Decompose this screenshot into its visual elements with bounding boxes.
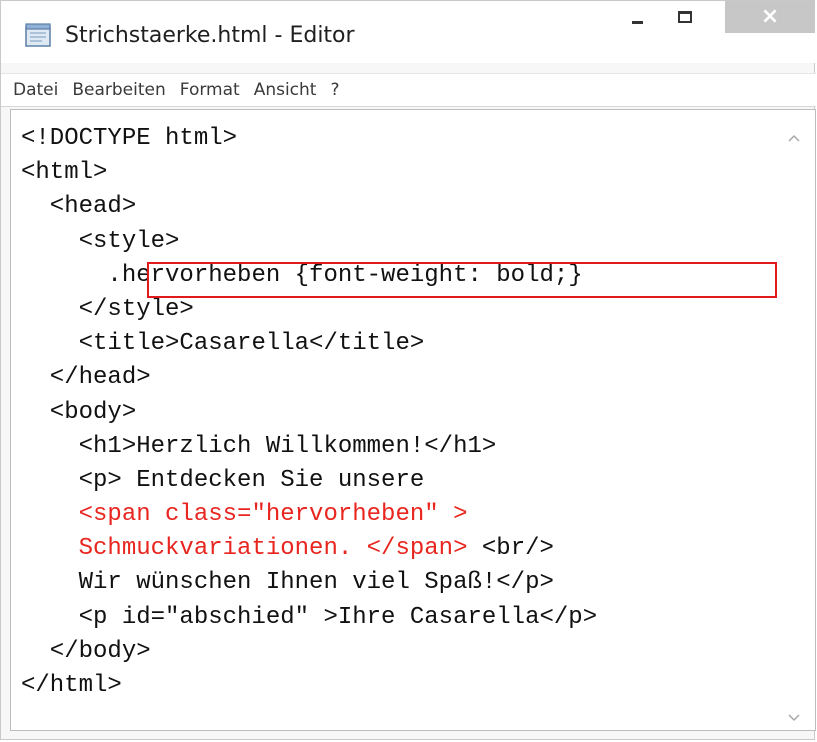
text-editor-area[interactable]: <!DOCTYPE html> <html> <head> <style> .he… <box>10 109 816 731</box>
editor-window: Strichstaerke.html - Editor × Datei Bear… <box>0 0 816 740</box>
code-line: </body> <box>21 637 151 665</box>
menu-item-datei[interactable]: Datei <box>13 80 58 100</box>
chevron-up-icon[interactable] <box>787 128 801 142</box>
code-line: <p id="abschied" >Ihre Casarella</p> <box>21 603 598 631</box>
code-text[interactable]: <!DOCTYPE html> <html> <head> <style> .he… <box>21 122 597 703</box>
maximize-icon <box>678 11 692 23</box>
code-segment: <br/> <box>467 535 554 563</box>
window-title: Strichstaerke.html - Editor <box>65 23 355 48</box>
code-line: Wir wünschen Ihnen viel Spaß!</p> <box>21 569 554 597</box>
minimize-button[interactable] <box>613 1 661 33</box>
code-line: <style> <box>21 227 180 255</box>
minimize-icon <box>631 20 643 24</box>
code-line: <html> <box>21 159 108 187</box>
code-line: <!DOCTYPE html> <box>21 125 238 152</box>
code-line: <title>Casarella</title> <box>21 330 425 358</box>
menu-item-help[interactable]: ? <box>330 80 339 100</box>
code-line: <p> Entdecken Sie unsere <box>21 466 425 494</box>
code-line: </head> <box>21 364 151 392</box>
code-segment-red: Schmuckvariationen. </span> <box>21 535 468 563</box>
highlight-box <box>147 262 777 298</box>
menu-item-format[interactable]: Format <box>180 80 240 100</box>
close-icon: × <box>760 4 780 29</box>
menu-item-bearbeiten[interactable]: Bearbeiten <box>72 80 165 100</box>
maximize-button[interactable] <box>661 1 709 33</box>
code-line: </html> <box>21 672 122 699</box>
code-line: <body> <box>21 398 137 426</box>
code-line-mixed: Schmuckvariationen. </span> <br/> <box>21 532 597 566</box>
menu-item-ansicht[interactable]: Ansicht <box>254 80 317 100</box>
code-line: </style> <box>21 295 194 323</box>
menu-bar: Datei Bearbeiten Format Ansicht ? <box>1 73 816 107</box>
notepad-icon <box>25 23 53 47</box>
title-bar[interactable]: Strichstaerke.html - Editor × <box>1 1 816 63</box>
close-button[interactable]: × <box>725 1 815 33</box>
code-line: <head> <box>21 193 137 221</box>
chevron-down-icon[interactable] <box>787 708 801 722</box>
code-line-red: <span class="hervorheben" > <box>21 501 468 529</box>
code-line: <h1>Herzlich Willkommen!</h1> <box>21 432 497 460</box>
